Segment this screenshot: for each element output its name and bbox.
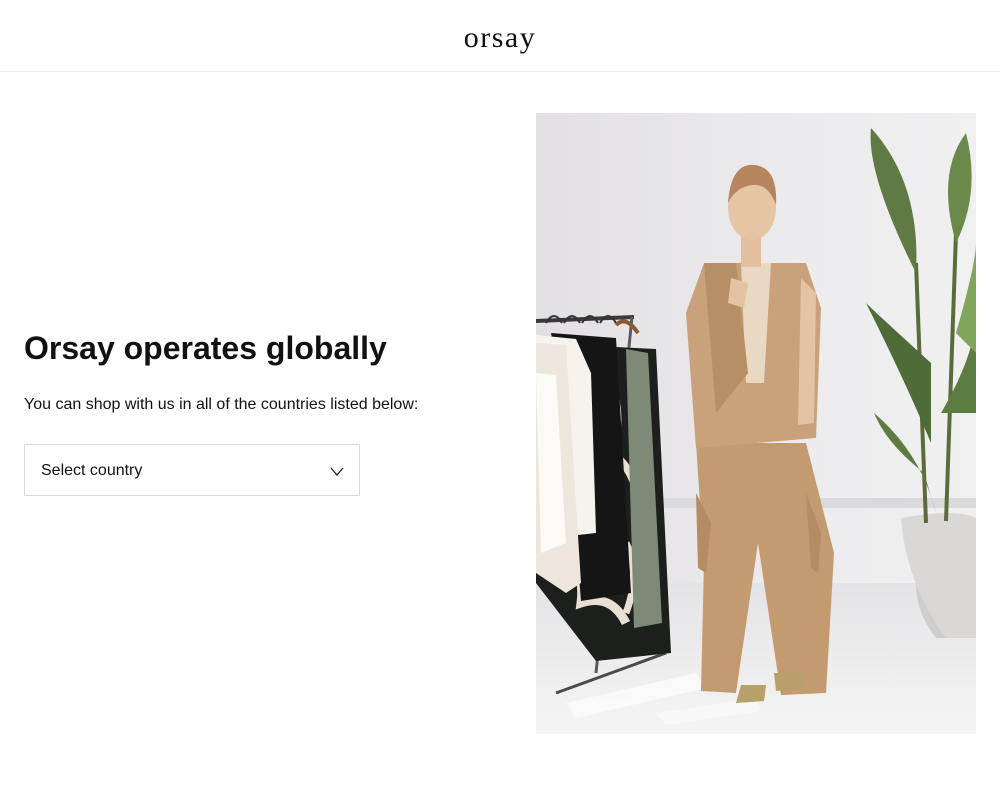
hero-image (536, 113, 976, 734)
country-selector-section: Orsay operates globally You can shop wit… (24, 330, 504, 496)
svg-text:orsay: orsay (464, 21, 536, 54)
orsay-logo-mark: orsay (464, 21, 536, 54)
country-select-value: Select country (41, 462, 143, 479)
page-subtitle: You can shop with us in all of the count… (24, 396, 419, 413)
page-title: Orsay operates globally (24, 330, 387, 366)
fashion-photo (536, 113, 976, 734)
country-select[interactable]: Select country (24, 444, 360, 496)
chevron-down-icon (330, 467, 344, 476)
orsay-logo[interactable]: orsay (437, 20, 563, 60)
site-header: orsay (0, 0, 1000, 72)
